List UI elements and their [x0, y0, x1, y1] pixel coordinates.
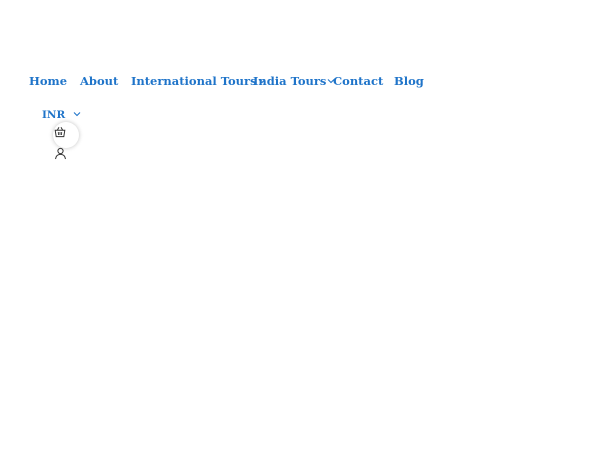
currency-value: INR — [42, 109, 66, 121]
nav-item-india-tours[interactable]: India Tours — [253, 72, 335, 90]
nav-item-blog[interactable]: Blog — [394, 72, 424, 90]
nav-item-international-tours[interactable]: International Tours — [131, 72, 266, 90]
nav-item-label: Home — [29, 74, 68, 88]
nav-item-label: International Tours — [131, 74, 257, 88]
basket-icon — [54, 123, 66, 138]
main-navigation: Home About International Tours India Tou… — [0, 72, 600, 90]
currency-selector[interactable]: INR — [42, 107, 81, 123]
nav-item-label: Contact — [333, 74, 384, 88]
nav-item-label: About — [80, 74, 119, 88]
nav-item-about[interactable]: About — [80, 72, 118, 90]
nav-item-contact[interactable]: Contact — [333, 72, 383, 90]
cart-button[interactable] — [53, 122, 79, 148]
chevron-down-icon — [73, 110, 81, 118]
nav-item-home[interactable]: Home — [29, 72, 67, 90]
nav-item-label: Blog — [394, 74, 424, 88]
account-button[interactable] — [54, 147, 67, 160]
nav-item-label: India Tours — [253, 74, 327, 88]
user-icon — [54, 147, 67, 160]
page: Home About International Tours India Tou… — [0, 0, 600, 450]
